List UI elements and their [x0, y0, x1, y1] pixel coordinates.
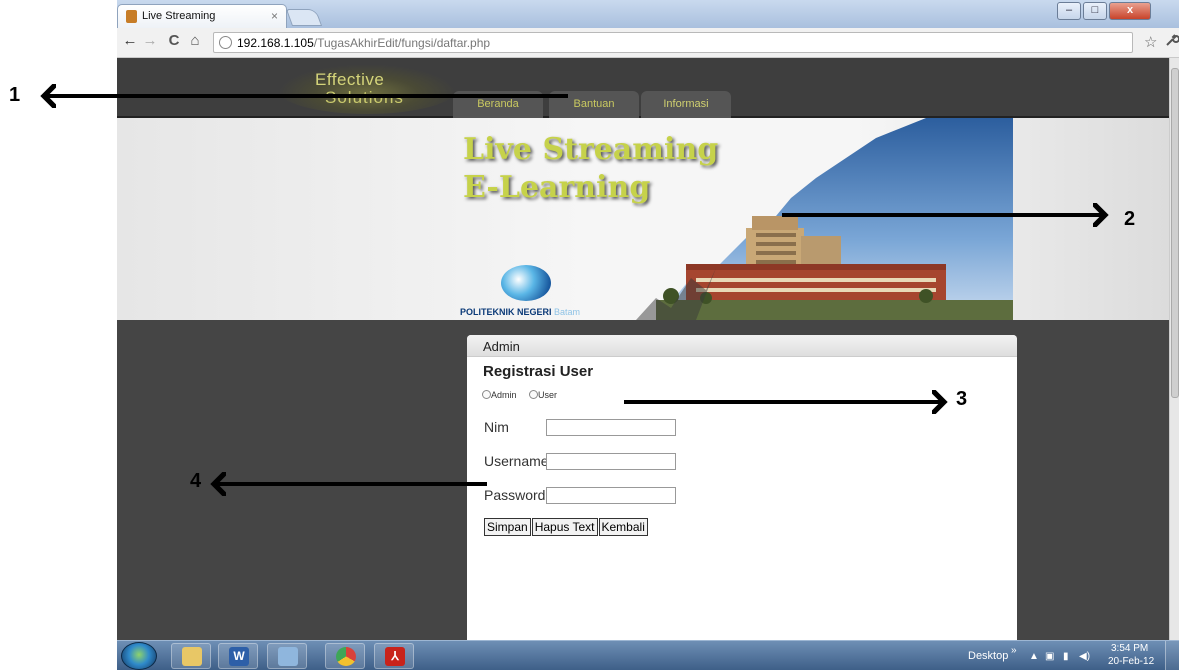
clock-time[interactable]: 3:54 PM: [1111, 643, 1148, 654]
web-page: Effective Solutions Beranda Bantuan Info…: [117, 58, 1169, 640]
radio-user-label[interactable]: User: [538, 390, 557, 400]
forward-arrow-icon[interactable]: →: [140, 32, 160, 49]
menu-item-bantuan[interactable]: Bantuan: [549, 91, 639, 118]
network-icon[interactable]: ▮: [1063, 651, 1069, 662]
control-panel-icon: [278, 647, 298, 666]
radio-user[interactable]: [529, 390, 539, 400]
vertical-scrollbar[interactable]: [1169, 58, 1179, 640]
annotation-number-4: 4: [190, 470, 202, 492]
annotation-number-3: 3: [956, 388, 968, 410]
browser-toolbar: ← → C ⌂ 192.168.1.105/TugasAkhirEdit/fun…: [117, 28, 1179, 58]
taskbar-word[interactable]: W: [218, 643, 258, 669]
registration-panel: Admin Registrasi User Admin User Nim Use…: [467, 335, 1017, 640]
taskbar-explorer[interactable]: [171, 643, 211, 669]
password-input[interactable]: [546, 487, 676, 504]
nim-input[interactable]: [546, 419, 676, 436]
scrollbar-thumb[interactable]: [1171, 68, 1179, 398]
windows-taskbar: W ⅄ Desktop » ▲ ▣ ▮ ◀) 3:54 PM 20-Feb-12: [117, 640, 1179, 670]
wrench-menu-icon[interactable]: [1165, 33, 1179, 50]
wrench-glyph: [1166, 34, 1179, 46]
taskbar-acrobat[interactable]: ⅄: [374, 643, 414, 669]
url-text: 192.168.1.105/TugasAkhirEdit/fungsi/daft…: [237, 36, 490, 50]
annotation-number-1: 1: [9, 84, 21, 106]
page-info-icon[interactable]: [219, 36, 232, 49]
folder-icon: [182, 647, 202, 666]
panel-header-title: Admin: [483, 339, 520, 354]
banner-title-e-learning: E-Learning: [463, 170, 651, 205]
acrobat-icon: ⅄: [385, 647, 405, 666]
home-icon[interactable]: ⌂: [185, 32, 205, 49]
kembali-button[interactable]: Kembali: [598, 518, 648, 536]
show-desktop-button[interactable]: [1165, 641, 1179, 670]
new-tab-button[interactable]: [285, 9, 323, 26]
annotation-number-2: 2: [1124, 208, 1136, 230]
tab-close-icon[interactable]: ×: [271, 9, 278, 23]
tab-strip: Live Streaming × – □ x: [117, 0, 1179, 28]
role-radio-group: Admin User: [482, 389, 567, 400]
word-icon: W: [229, 647, 249, 666]
minimize-button[interactable]: –: [1057, 2, 1081, 20]
close-window-button[interactable]: x: [1109, 2, 1151, 20]
screenshot: Live Streaming × – □ x ← → C ⌂ 192.168.1…: [0, 0, 1179, 670]
menu-item-beranda[interactable]: Beranda: [453, 91, 543, 118]
logo-text-line2: Solutions: [325, 88, 404, 107]
simpan-button[interactable]: Simpan: [484, 518, 531, 536]
url-path: /TugasAkhirEdit/fungsi/daftar.php: [313, 36, 491, 50]
tab-title: Live Streaming: [142, 10, 216, 22]
username-input[interactable]: [546, 453, 676, 470]
logo-text-line1: Effective: [315, 70, 385, 89]
desktop-toolbar-label[interactable]: Desktop: [968, 650, 1008, 662]
maximize-button[interactable]: □: [1083, 2, 1107, 20]
taskbar-chrome[interactable]: [325, 643, 365, 669]
back-arrow-icon[interactable]: ←: [120, 32, 140, 49]
address-bar[interactable]: 192.168.1.105/TugasAkhirEdit/fungsi/daft…: [213, 32, 1133, 53]
chrome-icon: [336, 647, 356, 666]
browser-tab[interactable]: Live Streaming ×: [117, 4, 287, 28]
form-button-row: Simpan Hapus Text Kembali: [484, 518, 649, 536]
taskbar-control-panel[interactable]: [267, 643, 307, 669]
panel-header: Admin: [467, 335, 1017, 357]
banner: Live Streaming E-Learning POLITEKNIK NEG…: [117, 118, 1169, 320]
bookmark-star-icon[interactable]: ☆: [1144, 33, 1157, 51]
form-title: Registrasi User: [483, 363, 594, 380]
site-header: Effective Solutions Beranda Bantuan Info…: [117, 58, 1169, 118]
show-hidden-icons-icon[interactable]: ▲: [1029, 651, 1039, 662]
menu-item-informasi[interactable]: Informasi: [641, 91, 731, 118]
reload-icon[interactable]: C: [164, 32, 184, 49]
institution-label: POLITEKNIK NEGERI: [460, 307, 552, 317]
favicon-icon: [126, 10, 137, 23]
institution-name: POLITEKNIK NEGERI Batam: [460, 307, 580, 317]
toolbar-overflow-icon[interactable]: »: [1011, 645, 1017, 656]
institution-city: Batam: [554, 307, 581, 317]
hapus-text-button[interactable]: Hapus Text: [531, 518, 598, 536]
nim-label: Nim: [484, 419, 509, 435]
password-label: Password: [484, 487, 546, 503]
username-label: Username: [484, 453, 549, 469]
browser-window: Live Streaming × – □ x ← → C ⌂ 192.168.1…: [117, 0, 1179, 640]
volume-icon[interactable]: ◀): [1079, 651, 1090, 662]
url-host: 192.168.1.105: [237, 36, 314, 50]
clock-date[interactable]: 20-Feb-12: [1108, 656, 1154, 667]
polytechnic-logo-icon: [501, 265, 551, 301]
banner-title-live-streaming: Live Streaming: [463, 132, 719, 167]
action-center-icon[interactable]: ▣: [1045, 651, 1054, 662]
start-button[interactable]: [121, 642, 157, 670]
radio-admin-label[interactable]: Admin: [491, 390, 517, 400]
radio-admin[interactable]: [482, 390, 491, 400]
